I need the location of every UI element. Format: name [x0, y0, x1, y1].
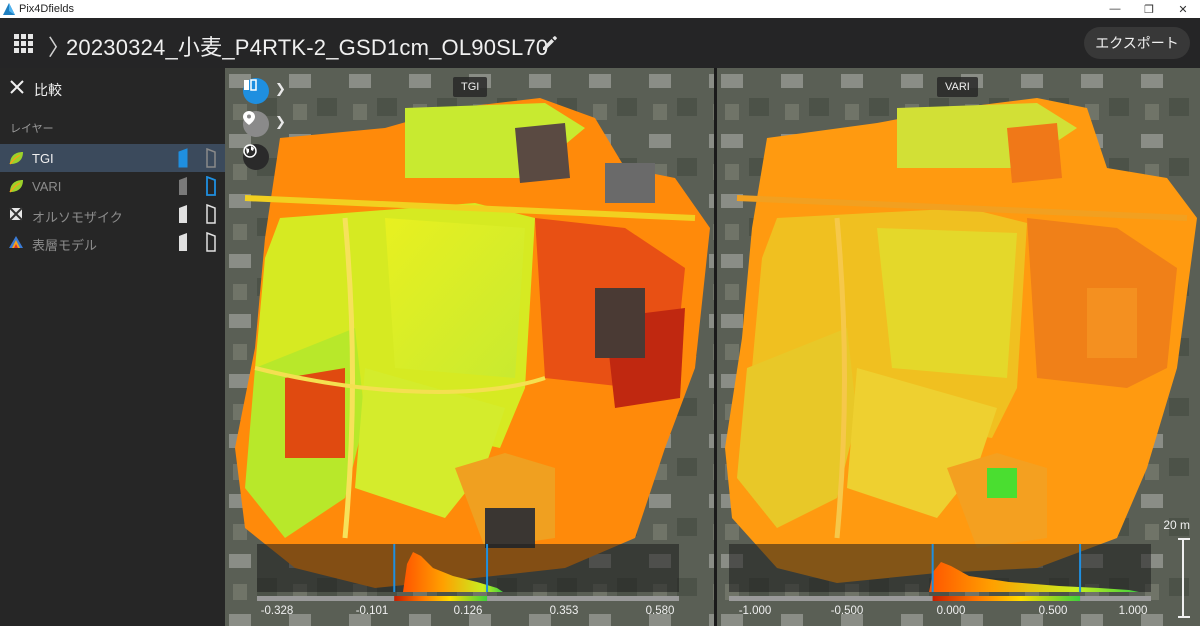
- left-pane-toggle-icon[interactable]: [178, 204, 188, 224]
- map-pane-tgi[interactable]: TGI ❯ ❯ -0.328 -0.101 0.126 0.353 0.580: [225, 68, 714, 626]
- layer-label: TGI: [32, 151, 54, 166]
- right-pane-toggle-icon[interactable]: [206, 148, 216, 168]
- legend-tick: -0.101: [355, 605, 389, 617]
- app-grid-icon[interactable]: [14, 34, 34, 54]
- expand-chevron-icon[interactable]: ❯: [275, 114, 286, 130]
- tgi-map-canvas[interactable]: [225, 68, 714, 626]
- layer-item-orthomosaic[interactable]: オルソモザイク: [0, 200, 225, 228]
- legend-tick: 0.353: [549, 605, 579, 617]
- legend-tick: 0.500: [1038, 605, 1068, 617]
- right-pane-toggle-icon[interactable]: [206, 232, 216, 252]
- left-pane-toggle-icon[interactable]: [178, 232, 188, 252]
- split-view-icon: [244, 79, 257, 91]
- window-titlebar: Pix4Dfields — ❐ ✕: [0, 0, 1200, 18]
- map-label-vari: VARI: [937, 77, 978, 97]
- scale-label: 20 m: [1163, 518, 1190, 532]
- left-pane-toggle-icon[interactable]: [178, 176, 188, 196]
- scale-bar: 20 m: [1150, 518, 1190, 618]
- dsm-icon: [9, 236, 23, 248]
- expand-chevron-icon[interactable]: ❯: [275, 81, 286, 97]
- tgi-histogram-legend[interactable]: -0.328 -0.101 0.126 0.353 0.580: [257, 544, 679, 620]
- layer-label: オルソモザイク: [32, 210, 123, 225]
- legend-tick: -1.000: [738, 605, 772, 617]
- color-ramp-bar: [729, 596, 1151, 601]
- legend-tick: 0.580: [645, 605, 675, 617]
- layer-label: 表層モデル: [32, 238, 98, 253]
- map-label-tgi: TGI: [453, 77, 488, 97]
- layer-item-dsm[interactable]: 表層モデル: [0, 228, 225, 256]
- layers-sidebar: 比較 レイヤー TGI VARI オルソモザイク 表層モデル: [0, 68, 225, 626]
- layer-item-tgi[interactable]: TGI: [0, 144, 225, 172]
- layers-section-label: レイヤー: [10, 123, 54, 135]
- legend-tick: 1.000: [1118, 605, 1148, 617]
- close-window-button[interactable]: ✕: [1166, 0, 1200, 18]
- leaf-icon: [9, 180, 23, 193]
- orthomosaic-icon: [9, 207, 23, 221]
- histogram-chart: [929, 544, 1139, 592]
- vari-map-canvas[interactable]: [717, 68, 1200, 626]
- map-pane-vari[interactable]: VARI -1.000 -0.500 0.000 0.500 1.000 20 …: [717, 68, 1200, 626]
- close-icon[interactable]: [10, 80, 24, 94]
- window-app-title: Pix4Dfields: [19, 3, 75, 15]
- layer-item-vari[interactable]: VARI: [0, 172, 225, 200]
- right-pane-toggle-icon[interactable]: [206, 176, 216, 196]
- compare-title: 比較: [34, 82, 62, 98]
- minimize-button[interactable]: —: [1098, 0, 1132, 18]
- project-title: 20230324_小麦_P4RTK-2_GSD1cm_OL90SL70: [66, 35, 549, 60]
- scale-cap-top: [1178, 538, 1190, 540]
- pix4d-app-icon: [3, 3, 15, 15]
- scale-line: [1182, 538, 1184, 618]
- leaf-icon: [9, 152, 23, 165]
- restore-button[interactable]: ❐: [1132, 0, 1166, 18]
- export-button[interactable]: エクスポート: [1084, 27, 1190, 59]
- vari-histogram-legend[interactable]: -1.000 -0.500 0.000 0.500 1.000: [729, 544, 1151, 620]
- compare-mode-button[interactable]: [243, 78, 269, 104]
- color-ramp-bar: [257, 596, 679, 601]
- scale-cap-bottom: [1178, 616, 1190, 618]
- histogram-chart: [393, 544, 503, 592]
- legend-tick: -0.500: [830, 605, 864, 617]
- marker-tool-button[interactable]: [243, 111, 269, 137]
- app-header: 〉 20230324_小麦_P4RTK-2_GSD1cm_OL90SL70 エク…: [0, 18, 1200, 68]
- legend-tick: -0.328: [260, 605, 294, 617]
- left-pane-toggle-icon[interactable]: [178, 148, 188, 168]
- legend-tick: 0.000: [936, 605, 966, 617]
- basemap-button[interactable]: [243, 144, 269, 170]
- map-compare-area: TGI ❯ ❯ -0.328 -0.101 0.126 0.353 0.580 …: [225, 68, 1200, 626]
- layer-label: VARI: [32, 179, 62, 194]
- legend-tick: 0.126: [453, 605, 483, 617]
- map-pin-icon: [243, 111, 255, 125]
- edit-pencil-icon[interactable]: [540, 33, 560, 53]
- globe-icon: [243, 144, 257, 158]
- right-pane-toggle-icon[interactable]: [206, 204, 216, 224]
